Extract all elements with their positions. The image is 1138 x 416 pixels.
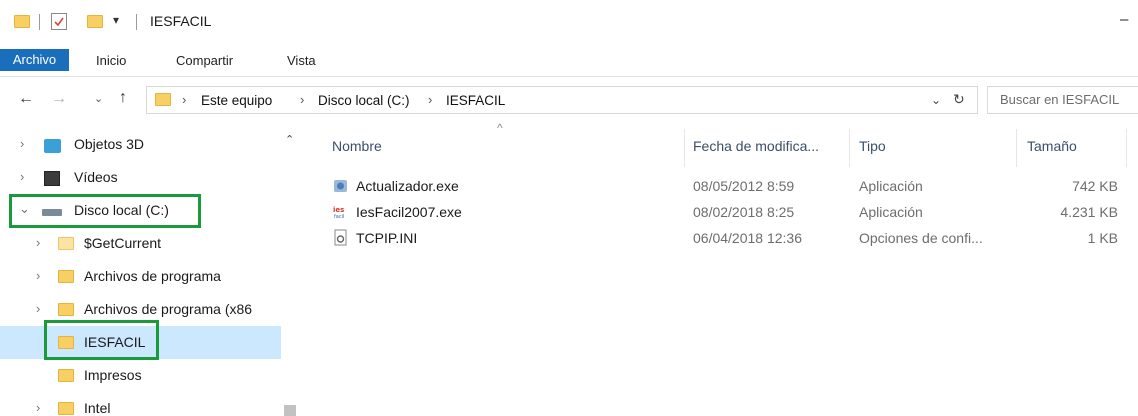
scrollbar-thumb[interactable] xyxy=(284,405,296,416)
objects-3d-icon xyxy=(44,139,61,153)
ribbon-tabs: Archivo Inicio Compartir Vista xyxy=(0,44,1138,77)
file-name: Actualizador.exe xyxy=(356,178,459,194)
sidebar-item-label: Intel xyxy=(84,400,111,416)
tab-inicio[interactable]: Inicio xyxy=(96,53,126,68)
sidebar-item-label: Archivos de programa (x86 xyxy=(84,301,253,317)
folder-icon xyxy=(155,93,171,106)
sidebar-item-label: Vídeos xyxy=(74,169,118,185)
sidebar-item-intel[interactable]: › Intel xyxy=(0,392,281,416)
breadcrumb-este-equipo[interactable]: Este equipo xyxy=(201,93,272,108)
sidebar-item-archivos-de-programa[interactable]: › Archivos de programa xyxy=(0,260,281,293)
folder-icon xyxy=(58,402,74,415)
file-name: IesFacil2007.exe xyxy=(356,204,462,220)
recent-locations-icon[interactable]: ⌄ xyxy=(94,92,103,105)
folder-icon xyxy=(58,237,74,250)
expand-arrow-icon[interactable]: › xyxy=(36,301,40,316)
chevron-right-icon[interactable]: › xyxy=(428,92,432,107)
column-header-tamano[interactable]: Tamaño xyxy=(1027,138,1077,154)
refresh-icon[interactable]: ↻ xyxy=(953,91,965,108)
folder-icon xyxy=(58,270,74,283)
sidebar-item-label: Impresos xyxy=(84,367,142,383)
svg-text:ies: ies xyxy=(333,206,344,214)
file-size: 742 KB xyxy=(1072,178,1118,194)
navigation-bar: ← → ⌄ ↑ › Este equipo › Disco local (C:)… xyxy=(0,77,1138,123)
sort-ascending-icon: ^ xyxy=(497,121,503,135)
file-name: TCPIP.INI xyxy=(356,230,418,246)
sidebar-item-label: $GetCurrent xyxy=(84,235,162,251)
column-divider[interactable] xyxy=(1126,129,1127,167)
file-date: 06/04/2018 12:36 xyxy=(693,230,802,246)
svg-text:facil: facil xyxy=(334,214,344,220)
file-date: 08/02/2018 8:25 xyxy=(693,204,795,220)
search-input[interactable]: Buscar en IESFACIL xyxy=(987,86,1138,114)
breadcrumb-iesfacil[interactable]: IESFACIL xyxy=(446,93,505,108)
file-type: Aplicación xyxy=(859,204,923,220)
installer-icon xyxy=(334,180,347,192)
title-bar: ▾ IESFACIL – xyxy=(0,0,1138,44)
file-type: Aplicación xyxy=(859,178,923,194)
up-arrow-icon[interactable]: ↑ xyxy=(119,89,127,107)
divider xyxy=(39,14,40,30)
highlight-box xyxy=(9,194,201,228)
customize-quick-access-icon[interactable]: ▾ xyxy=(113,13,119,27)
column-header-fecha[interactable]: Fecha de modifica... xyxy=(693,138,819,154)
column-header-tipo[interactable]: Tipo xyxy=(859,138,886,154)
column-header-nombre[interactable]: Nombre xyxy=(332,138,382,154)
scroll-up-icon[interactable]: ⌃ xyxy=(285,133,294,146)
expand-arrow-icon[interactable]: › xyxy=(36,268,40,283)
expand-arrow-icon[interactable]: › xyxy=(36,400,40,415)
config-file-icon xyxy=(334,229,347,246)
divider xyxy=(136,14,137,30)
file-row[interactable]: Actualizador.exe 08/05/2012 8:59 Aplicac… xyxy=(330,173,1120,199)
address-dropdown-icon[interactable]: ⌄ xyxy=(931,93,941,107)
file-list: ^ Nombre Fecha de modifica... Tipo Tamañ… xyxy=(300,121,1138,416)
properties-icon[interactable] xyxy=(51,13,67,30)
scrollbar[interactable]: ⌃ xyxy=(281,123,299,416)
file-size: 1 KB xyxy=(1087,230,1118,246)
column-divider[interactable] xyxy=(684,129,685,167)
minimize-button[interactable]: – xyxy=(1120,11,1128,28)
navigation-pane: › Objetos 3D › Vídeos ⌄ Disco local (C:)… xyxy=(0,123,281,416)
sidebar-item-getcurrent[interactable]: › $GetCurrent xyxy=(0,227,281,260)
chevron-right-icon[interactable]: › xyxy=(182,92,186,107)
sidebar-item-impresos[interactable]: Impresos xyxy=(0,359,281,392)
expand-arrow-icon[interactable]: › xyxy=(20,136,24,151)
tab-vista[interactable]: Vista xyxy=(287,53,316,68)
breadcrumb-disco-local[interactable]: Disco local (C:) xyxy=(318,93,410,108)
sidebar-item-objetos-3d[interactable]: › Objetos 3D xyxy=(0,128,281,161)
folder-icon xyxy=(58,303,74,316)
sidebar-item-label: Archivos de programa xyxy=(84,268,221,284)
forward-arrow-icon[interactable]: → xyxy=(51,90,67,108)
tab-archivo[interactable]: Archivo xyxy=(0,49,69,71)
back-arrow-icon[interactable]: ← xyxy=(18,90,34,108)
new-folder-icon[interactable] xyxy=(87,15,103,28)
expand-arrow-icon[interactable]: › xyxy=(20,169,24,184)
sidebar-item-label: Objetos 3D xyxy=(74,136,145,152)
chevron-right-icon[interactable]: › xyxy=(300,92,304,107)
file-row[interactable]: TCPIP.INI 06/04/2018 12:36 Opciones de c… xyxy=(330,225,1120,251)
sidebar-item-videos[interactable]: › Vídeos xyxy=(0,161,281,194)
videos-icon xyxy=(44,171,60,186)
highlight-box xyxy=(44,320,159,360)
iesfacil-app-icon: iesfacil xyxy=(333,205,348,220)
column-divider[interactable] xyxy=(849,129,850,167)
folder-icon xyxy=(14,15,30,28)
file-size: 4.231 KB xyxy=(1060,204,1118,220)
address-bar[interactable]: › Este equipo › Disco local (C:) › IESFA… xyxy=(146,86,978,114)
file-date: 08/05/2012 8:59 xyxy=(693,178,795,194)
file-row[interactable]: ies facil IesFacil2007.exe 08/02/2018 8:2… xyxy=(330,199,1120,225)
window-title: IESFACIL xyxy=(150,13,212,29)
expand-arrow-icon[interactable]: › xyxy=(36,235,40,250)
file-type: Opciones de confi... xyxy=(859,230,983,246)
tab-compartir[interactable]: Compartir xyxy=(176,53,233,68)
column-divider[interactable] xyxy=(1016,129,1017,167)
folder-icon xyxy=(58,369,74,382)
